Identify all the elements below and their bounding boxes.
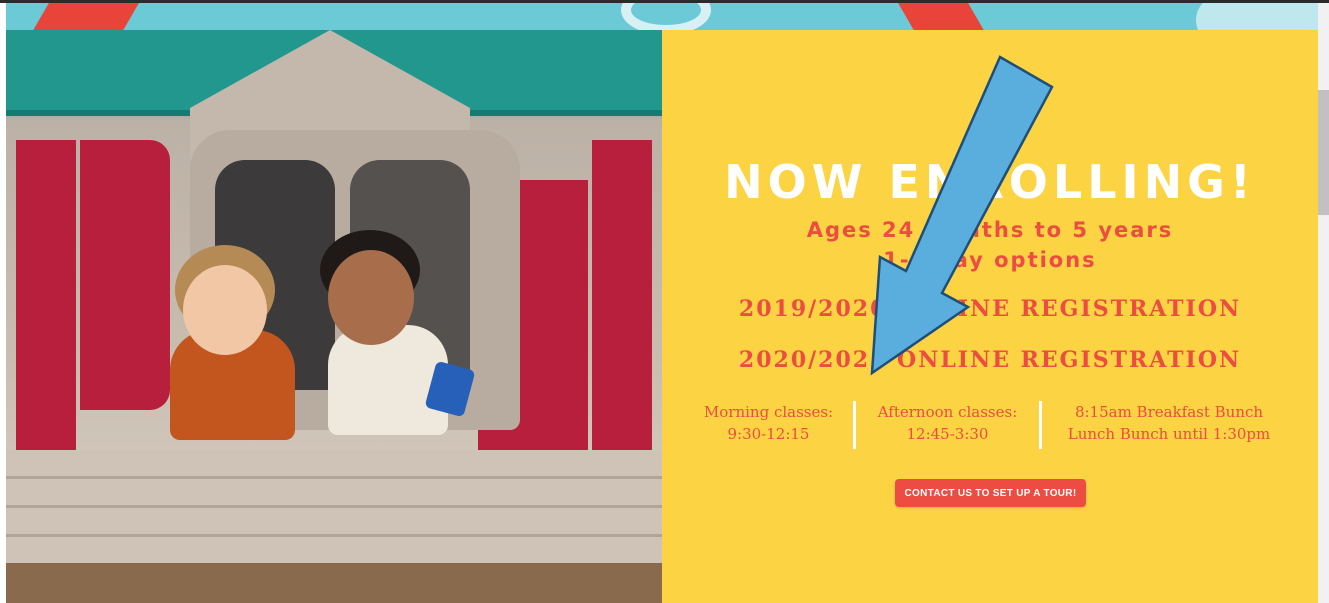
child-face (183, 265, 267, 355)
banner-shape (621, 3, 711, 30)
schedule-time: Lunch Bunch until 1:30pm (1067, 425, 1271, 443)
options-text: 1-5 day options (883, 248, 1097, 272)
photo-roof (6, 30, 80, 116)
schedule-label: Morning classes: (703, 403, 834, 421)
class-schedule: Morning classes: 9:30-12:15 Afternoon cl… (696, 401, 1284, 456)
photo-shutter (80, 140, 170, 410)
schedule-label: Afternoon classes: (877, 403, 1018, 421)
schedule-time: 12:45-3:30 (906, 425, 989, 443)
decorative-banner (6, 3, 1318, 30)
playhouse-photo (80, 30, 588, 603)
banner-shape (886, 3, 986, 30)
schedule-label: 8:15am Breakfast Bunch (1074, 403, 1264, 421)
photo-ground (588, 563, 662, 603)
schedule-divider (852, 401, 856, 449)
banner-shape (31, 3, 151, 30)
playhouse-photo-right-edge (588, 30, 662, 603)
photo-planks (80, 450, 588, 570)
contact-tour-button[interactable]: CONTACT US TO SET UP A TOUR! (895, 479, 1086, 507)
photo-shutter (16, 140, 76, 470)
registration-link-2020-2021[interactable]: 2020/2021 ONLINE REGISTRATION (662, 347, 1318, 373)
headline: NOW ENROLLING! (724, 155, 1256, 209)
banner-shape (1196, 3, 1318, 30)
schedule-morning: Morning classes: 9:30-12:15 (696, 401, 841, 456)
enrollment-panel: NOW ENROLLING! Ages 24 months to 5 years… (662, 30, 1318, 603)
schedule-bunch: 8:15am Breakfast Bunch Lunch Bunch until… (1054, 401, 1284, 456)
playhouse-photo-left-edge (6, 30, 80, 603)
photo-planks (588, 450, 662, 570)
ages-text: Ages 24 months to 5 years (806, 218, 1174, 242)
schedule-divider (1039, 401, 1043, 449)
photo-shutter (592, 140, 652, 470)
scrollbar-thumb[interactable] (1318, 90, 1329, 215)
photo-planks (6, 450, 80, 570)
child-face (328, 250, 414, 345)
hero-photo-strip (6, 30, 662, 603)
schedule-time: 9:30-12:15 (727, 425, 810, 443)
photo-roof (588, 30, 662, 116)
schedule-afternoon: Afternoon classes: 12:45-3:30 (868, 401, 1028, 456)
registration-link-2019-2020[interactable]: 2019/2020 ONLINE REGISTRATION (662, 296, 1318, 322)
photo-ground (80, 563, 588, 603)
photo-ground (6, 563, 80, 603)
child-body (328, 325, 448, 435)
